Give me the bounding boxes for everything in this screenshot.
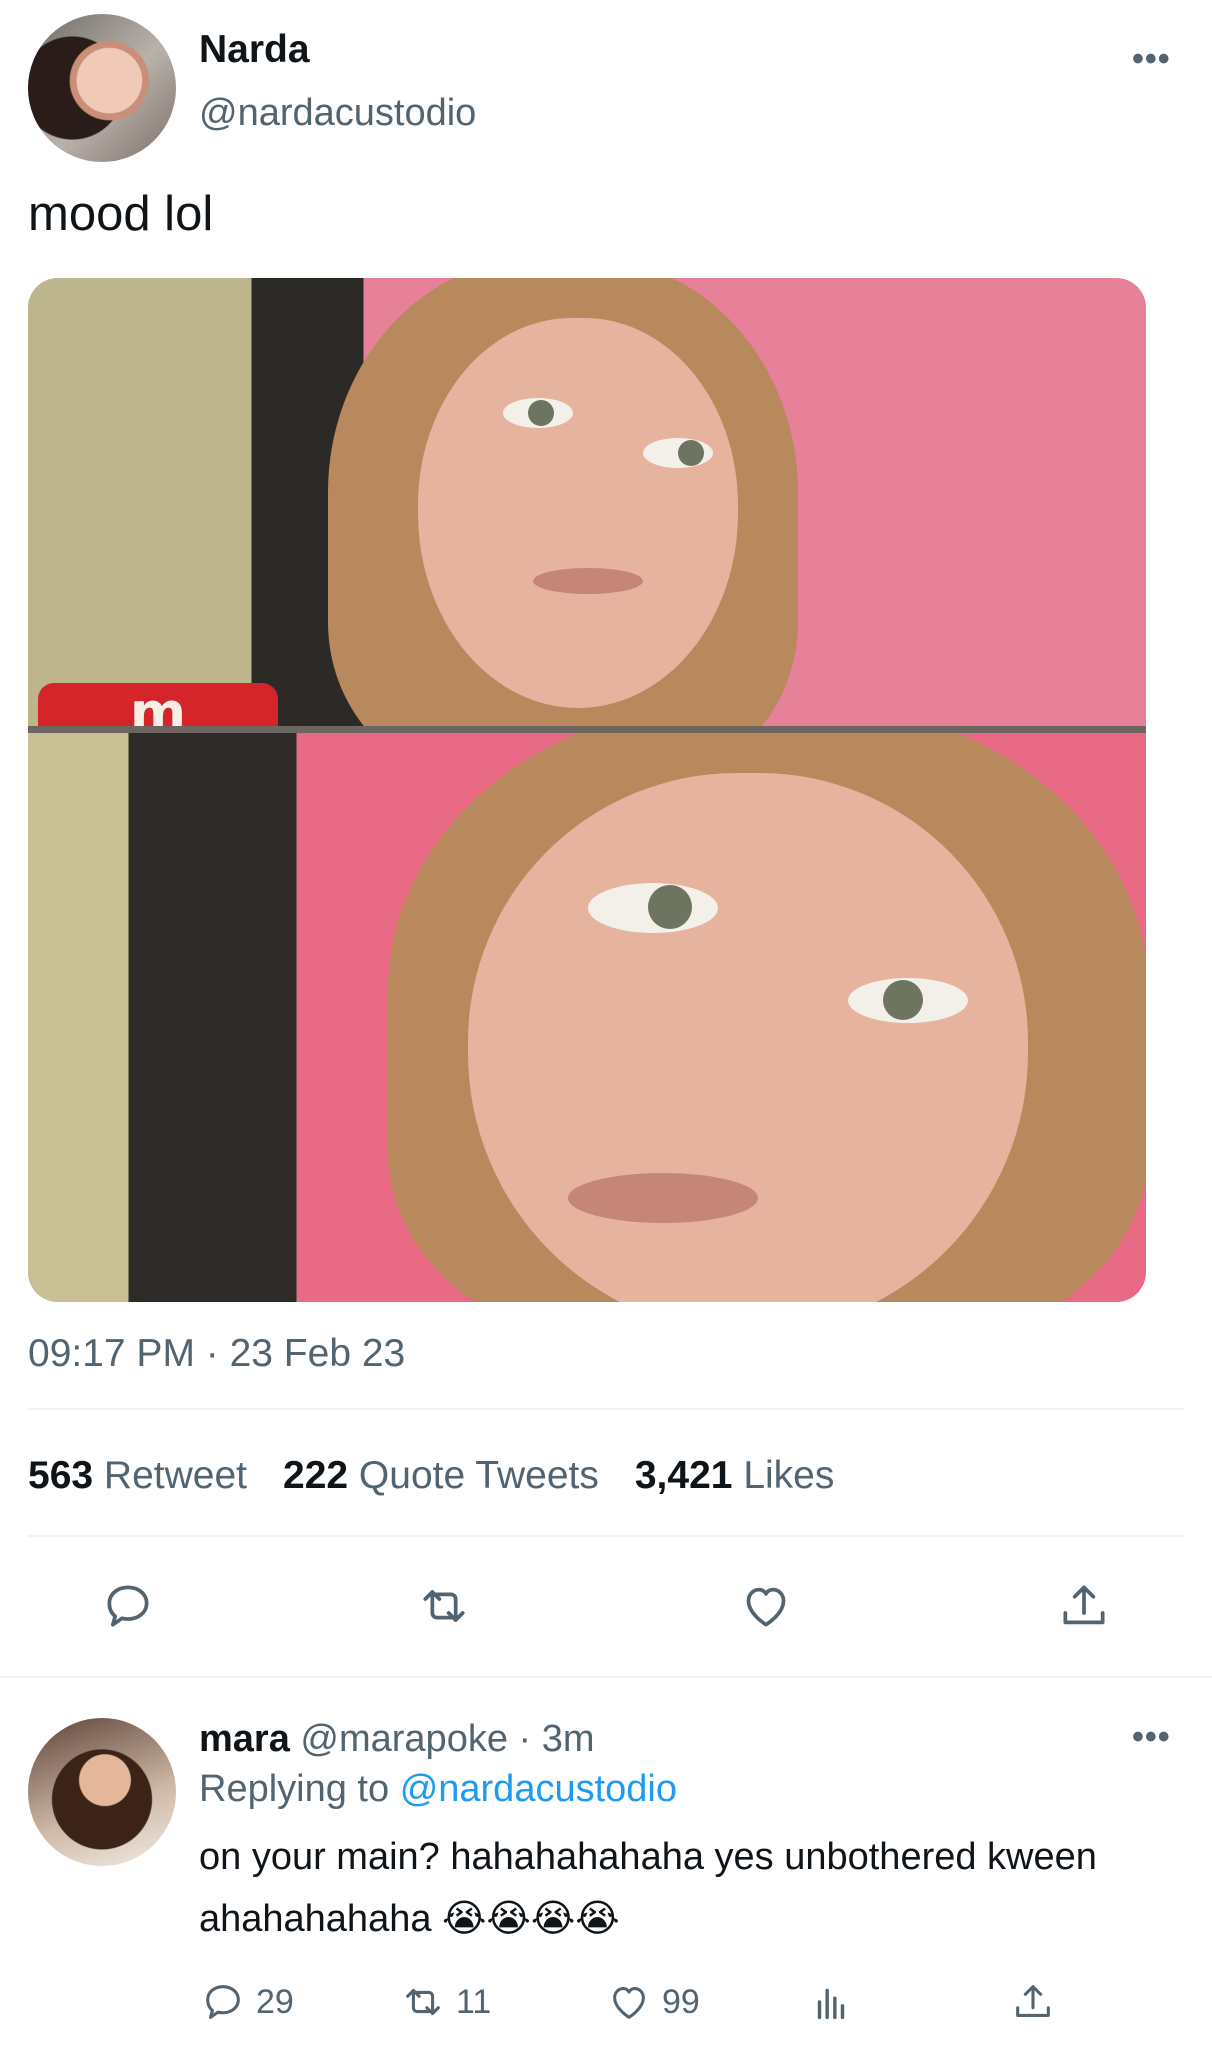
reply-action-bar: 29 11 99 <box>0 1970 1212 2034</box>
reply-analytics-button[interactable] <box>808 1970 854 2034</box>
tweet-timestamp[interactable]: 09:17 PM · 23 Feb 23 <box>28 1332 405 1376</box>
reply-icon <box>206 1985 240 2019</box>
tweet-media-image[interactable]: m <box>28 278 1146 1302</box>
analytics-icon <box>817 1988 845 2020</box>
quote-tweets-stat[interactable]: 222 Quote Tweets <box>283 1454 599 1498</box>
tweet-action-bar <box>0 1570 1212 1642</box>
reply-count: 29 <box>256 1982 294 2021</box>
like-count: 99 <box>662 1982 700 2021</box>
reply-author-handle[interactable]: @marapoke <box>300 1718 508 1760</box>
reply-author-avatar[interactable] <box>28 1718 176 1866</box>
share-icon <box>1016 1985 1050 2017</box>
replying-to: Replying to @nardacustodio <box>199 1768 677 1810</box>
divider <box>28 1535 1184 1537</box>
tweet-text: mood lol <box>28 187 214 241</box>
reply-like-button[interactable]: 99 <box>606 1970 700 2034</box>
retweet-icon <box>406 1988 440 2016</box>
reply-icon[interactable] <box>92 1570 164 1642</box>
retweet-count: 11 <box>456 1982 492 2021</box>
more-options-icon[interactable]: ••• <box>1132 40 1171 79</box>
reply-more-options-icon[interactable]: ••• <box>1132 1718 1171 1757</box>
share-icon[interactable] <box>1048 1570 1120 1642</box>
retweet-icon[interactable] <box>408 1570 480 1642</box>
engagement-stats: 563 Retweet 222 Quote Tweets 3,421 Likes <box>28 1454 870 1498</box>
reply-share-button[interactable] <box>1010 1970 1056 2034</box>
section-divider <box>0 1676 1212 1678</box>
reply-time[interactable]: · 3m <box>519 1718 595 1760</box>
author-avatar[interactable] <box>28 14 176 162</box>
likes-stat[interactable]: 3,421 Likes <box>635 1454 835 1498</box>
like-icon <box>613 1987 645 2019</box>
reply-author-name[interactable]: mara <box>199 1718 290 1760</box>
reply-retweet-button[interactable]: 11 <box>400 1970 491 2034</box>
reply-header: mara @marapoke · 3m <box>199 1718 595 1761</box>
media-panel-bottom <box>28 733 1146 1302</box>
channel-logo: m <box>38 683 278 728</box>
reply-text: on your main? hahahahahaha yes unbothere… <box>199 1836 1097 1940</box>
replying-to-link[interactable]: @nardacustodio <box>400 1768 677 1810</box>
divider <box>28 1408 1184 1410</box>
author-name[interactable]: Narda <box>199 28 310 72</box>
like-icon[interactable] <box>730 1570 802 1642</box>
reply-reply-button[interactable]: 29 <box>200 1970 294 2034</box>
author-handle[interactable]: @nardacustodio <box>199 92 476 135</box>
media-panel-top: m <box>28 278 1146 728</box>
retweet-stat[interactable]: 563 Retweet <box>28 1454 247 1498</box>
